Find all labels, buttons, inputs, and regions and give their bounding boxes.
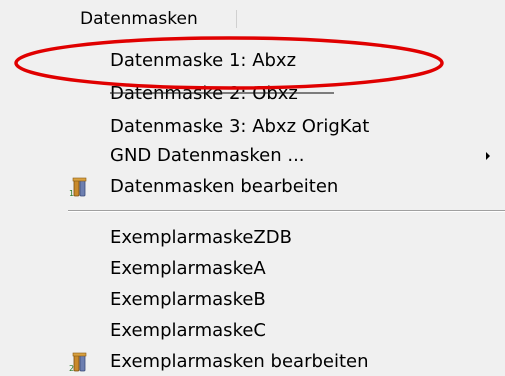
overlay-strike-line <box>110 92 334 94</box>
menu-item-exemplarmaske-zdb[interactable]: ExemplarmaskeZDB <box>110 227 292 249</box>
menu-item-datenmaske-1[interactable]: Datenmaske 1: Abxz <box>110 50 296 72</box>
menu-item-exemplarmaske-c[interactable]: ExemplarmaskeC <box>110 320 266 342</box>
tools-icon: 1 <box>69 177 87 198</box>
menu-item-datenmaske-2[interactable]: Datenmaske 2: Obxz <box>110 83 298 105</box>
menu-item-gnd-datenmasken[interactable]: GND Datenmasken ... <box>110 145 305 167</box>
menu-title[interactable]: Datenmasken <box>80 8 198 30</box>
menu-separator <box>68 210 505 212</box>
submenu-arrow-icon <box>486 152 490 160</box>
tools-icon-badge: 2 <box>69 364 74 373</box>
tools-icon: 2 <box>69 352 87 373</box>
menu-item-datenmasken-bearbeiten[interactable]: Datenmasken bearbeiten <box>110 176 338 198</box>
title-divider <box>236 10 237 28</box>
tools-icon-badge: 1 <box>69 189 74 198</box>
menu-item-exemplarmasken-bearbeiten[interactable]: Exemplarmasken bearbeiten <box>110 351 369 373</box>
menu-item-datenmaske-3[interactable]: Datenmaske 3: Abxz OrigKat <box>110 116 369 138</box>
menu-item-exemplarmaske-b[interactable]: ExemplarmaskeB <box>110 289 266 311</box>
menu-item-exemplarmaske-a[interactable]: ExemplarmaskeA <box>110 258 266 280</box>
